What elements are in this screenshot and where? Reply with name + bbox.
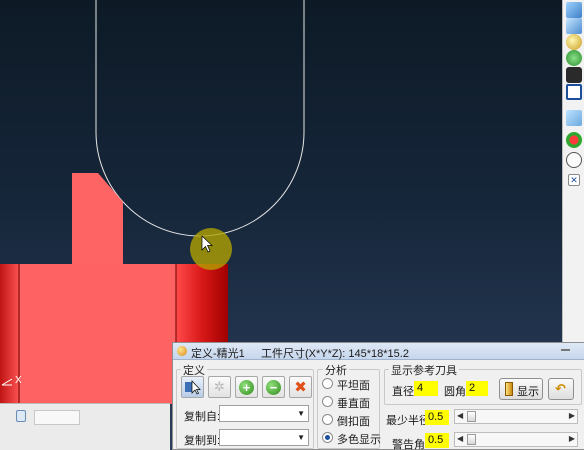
- pin-icon[interactable]: [16, 410, 26, 422]
- tool-outline: [95, 0, 305, 237]
- radio-vertical-label: 垂直面: [337, 398, 370, 410]
- chevron-down-icon: ▼: [297, 433, 305, 442]
- min-radius-slider[interactable]: ◀ ▶: [454, 409, 578, 424]
- define-dialog: 定义-精光1 工件尺寸(X*Y*Z): 145*18*15.2 定义 ✲ + −…: [172, 342, 584, 450]
- plus-icon: +: [239, 380, 254, 395]
- tool-icon: [505, 382, 513, 396]
- radio-undercut-label: 倒扣面: [337, 416, 370, 428]
- workpiece-size: 工件尺寸(X*Y*Z): 145*18*15.2: [261, 348, 409, 360]
- part-boss: [72, 173, 123, 264]
- show-tool-button[interactable]: 显示: [499, 378, 543, 400]
- status-bar: [0, 403, 170, 450]
- fit-icon[interactable]: [566, 67, 582, 83]
- add-button[interactable]: +: [235, 376, 258, 398]
- rotate-icon[interactable]: [566, 50, 582, 66]
- sparkle-icon: ✲: [214, 379, 225, 394]
- min-radius-input[interactable]: 0.5: [425, 410, 449, 425]
- highlight-button[interactable]: ✲: [208, 376, 231, 398]
- delete-x-icon: ✖: [294, 379, 307, 396]
- select-surface-button[interactable]: [181, 376, 204, 398]
- close-x-icon[interactable]: ✕: [568, 174, 580, 186]
- cube-icon[interactable]: [566, 2, 582, 18]
- warning-angle-slider[interactable]: ◀ ▶: [454, 432, 578, 447]
- radio-multicolor-label: 多色显示: [337, 434, 381, 446]
- min-radius-label: 最少半径: [386, 415, 430, 427]
- zoom-icon[interactable]: [566, 34, 582, 50]
- show-tool-label: 显示: [517, 386, 539, 398]
- remove-button[interactable]: −: [262, 376, 285, 398]
- radio-multicolor[interactable]: [322, 432, 333, 443]
- chevron-down-icon: ▼: [297, 409, 305, 418]
- box-view-icon[interactable]: [566, 84, 582, 100]
- corner-input[interactable]: 2: [466, 381, 488, 396]
- slider-left-arrow-icon[interactable]: ◀: [457, 434, 463, 443]
- part-front-face: [20, 264, 176, 404]
- status-field[interactable]: [34, 410, 80, 425]
- radio-undercut[interactable]: [322, 414, 333, 425]
- minimize-icon[interactable]: [561, 349, 570, 351]
- cursor-halo: [190, 228, 232, 270]
- slider-thumb[interactable]: [467, 411, 476, 422]
- warning-angle-label: 警告角: [392, 439, 425, 450]
- dialog-title: 定义-精光1: [191, 348, 245, 360]
- analysis-group-label: 分析: [323, 362, 349, 378]
- solid-icon[interactable]: [566, 110, 582, 126]
- axis-label-x: X: [15, 375, 22, 386]
- tool-group-label: 显示参考刀具: [389, 362, 459, 378]
- slider-right-arrow-icon[interactable]: ▶: [569, 434, 575, 443]
- dialog-titlebar[interactable]: 定义-精光1 工件尺寸(X*Y*Z): 145*18*15.2: [173, 343, 584, 360]
- slider-left-arrow-icon[interactable]: ◀: [457, 411, 463, 420]
- diameter-label: 直径: [392, 386, 414, 398]
- app-icon: [177, 346, 187, 356]
- diameter-input[interactable]: 4: [414, 381, 438, 396]
- color-ball-icon[interactable]: [566, 132, 582, 148]
- view-cube-icon[interactable]: [566, 18, 582, 34]
- slider-thumb[interactable]: [467, 434, 476, 445]
- undo-button[interactable]: ↶: [548, 378, 574, 400]
- copy-to-label: 复制到:: [184, 435, 221, 447]
- radio-flat-label: 平坦面: [337, 380, 370, 392]
- radio-vertical[interactable]: [322, 396, 333, 407]
- minus-icon: −: [266, 380, 281, 395]
- copy-from-select[interactable]: ▼: [219, 405, 309, 422]
- delete-button[interactable]: ✖: [289, 376, 312, 398]
- slider-right-arrow-icon[interactable]: ▶: [569, 411, 575, 420]
- copy-from-label: 复制自:: [184, 411, 221, 423]
- globe-icon[interactable]: [566, 152, 582, 168]
- undo-arrow-icon: ↶: [555, 381, 566, 396]
- radio-flat[interactable]: [322, 378, 333, 389]
- warning-angle-input[interactable]: 0.5: [425, 433, 449, 448]
- copy-to-select[interactable]: ▼: [219, 429, 309, 446]
- select-cursor-icon: [185, 380, 201, 395]
- corner-label: 圆角: [444, 386, 466, 398]
